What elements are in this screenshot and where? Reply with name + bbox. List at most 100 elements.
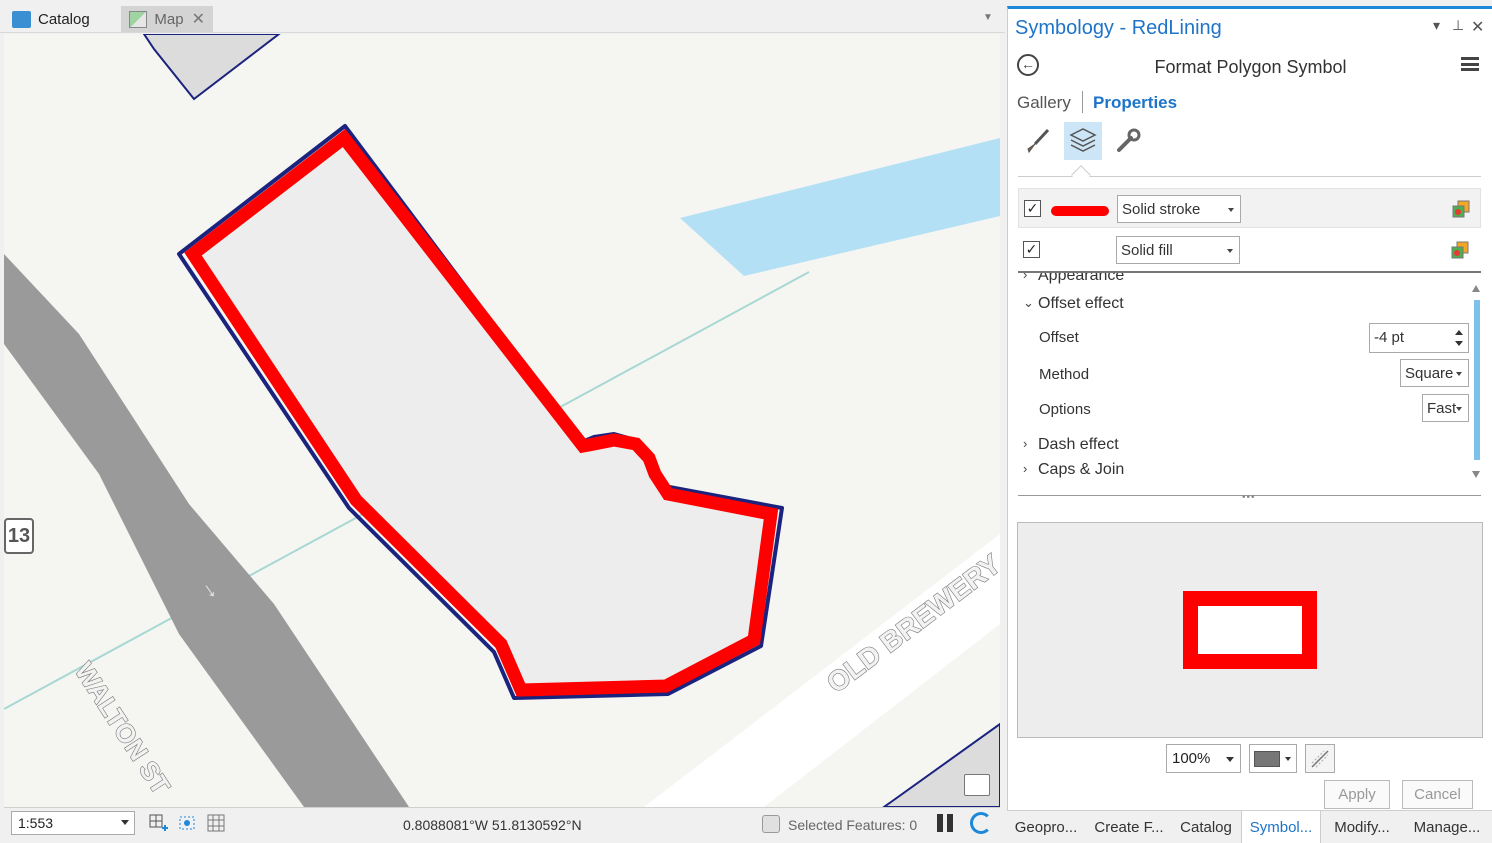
section-dash-effect[interactable]: › Dash effect bbox=[1023, 436, 1119, 454]
map-icon bbox=[129, 10, 148, 28]
chevron-down-icon bbox=[1226, 757, 1234, 762]
close-icon[interactable]: ✕ bbox=[192, 9, 205, 29]
layer-type-dropdown[interactable]: Solid fill bbox=[1116, 236, 1240, 264]
map-canvas[interactable]: ↓ WALTON ST OLD BREWERY bbox=[4, 34, 1000, 807]
scrollbar[interactable] bbox=[1472, 273, 1481, 485]
layer-type-value: Solid stroke bbox=[1122, 201, 1201, 218]
layers-icon bbox=[1069, 128, 1097, 152]
tab-geoprocessing[interactable]: Geopro... bbox=[1007, 811, 1085, 843]
scale-value: 1:553 bbox=[18, 815, 54, 831]
scale-dropdown[interactable]: 1:553 bbox=[11, 811, 135, 835]
close-icon[interactable]: ✕ bbox=[1471, 17, 1484, 37]
method-label: Method bbox=[1039, 366, 1090, 383]
chevron-right-icon: › bbox=[1023, 436, 1028, 451]
properties-scroll-area[interactable]: › Appearance ⌄ Offset effect Offset -4 p… bbox=[1018, 273, 1481, 485]
tab-gallery[interactable]: Gallery bbox=[1017, 93, 1071, 113]
format-symbol-title: Format Polygon Symbol bbox=[1154, 57, 1347, 77]
arcgis-pro-window: Catalog Map ✕ ▼ ↓ WALTON ST OLD BREWERY … bbox=[0, 0, 1492, 843]
water-body bbox=[680, 138, 1000, 276]
background-swatch bbox=[1254, 751, 1280, 767]
symbol-layer-stroke[interactable]: ✓ Solid stroke bbox=[1018, 188, 1481, 228]
tab-separator bbox=[1082, 91, 1083, 113]
layer-visible-checkbox[interactable]: ✓ bbox=[1024, 200, 1041, 217]
chevron-right-icon: › bbox=[1023, 273, 1028, 282]
map-status-bar: 1:553 0.8088081°W 51.8130592°N Selected … bbox=[4, 807, 1000, 839]
scrollbar-thumb[interactable] bbox=[1474, 300, 1480, 460]
tab-catalog-pane[interactable]: Catalog bbox=[1173, 811, 1239, 843]
menu-icon[interactable] bbox=[1461, 57, 1479, 71]
options-dropdown[interactable]: Fast bbox=[1422, 394, 1469, 422]
pin-icon[interactable]: ⊥ bbox=[1452, 17, 1464, 34]
section-dash-effect-label: Dash effect bbox=[1038, 436, 1119, 453]
section-caps-join-label: Caps & Join bbox=[1038, 461, 1125, 478]
options-label: Options bbox=[1039, 401, 1091, 418]
chevron-down-icon bbox=[1227, 249, 1233, 253]
pause-drawing-button[interactable] bbox=[937, 814, 955, 832]
offset-value: -4 pt bbox=[1374, 329, 1405, 346]
tab-catalog[interactable]: Catalog bbox=[4, 6, 119, 32]
tab-map-label: Map bbox=[154, 10, 184, 28]
tab-modify-features[interactable]: Modify... bbox=[1323, 811, 1401, 843]
layer-visible-checkbox[interactable]: ✓ bbox=[1023, 241, 1040, 258]
pane-options-icon[interactable]: ▾ bbox=[1433, 17, 1440, 34]
tab-manage[interactable]: Manage... bbox=[1405, 811, 1489, 843]
pane-tab-strip: Geopro... Create F... Catalog Symbol... … bbox=[1007, 810, 1492, 843]
tab-catalog-label: Catalog bbox=[38, 10, 90, 28]
offset-label: Offset bbox=[1039, 329, 1079, 346]
building-polygon bbox=[142, 34, 281, 101]
tab-create-features[interactable]: Create F... bbox=[1089, 811, 1169, 843]
chevron-down-icon bbox=[1456, 407, 1462, 411]
section-appearance-label: Appearance bbox=[1038, 273, 1125, 284]
chevron-right-icon: › bbox=[1023, 461, 1028, 476]
splitter-grip-icon[interactable]: ••• bbox=[1242, 492, 1256, 503]
preview-zoom-dropdown[interactable]: 100% bbox=[1166, 744, 1241, 773]
section-caps-join[interactable]: › Caps & Join bbox=[1023, 461, 1125, 479]
symbol-tab-layers[interactable] bbox=[1064, 122, 1102, 160]
section-appearance[interactable]: › Appearance bbox=[1023, 273, 1125, 285]
section-offset-effect-label: Offset effect bbox=[1038, 295, 1124, 312]
chevron-down-icon: ⌄ bbox=[1023, 295, 1034, 310]
grid-icon[interactable] bbox=[207, 814, 227, 832]
stroke-swatch bbox=[1051, 206, 1109, 216]
map-notes-icon[interactable] bbox=[964, 774, 990, 796]
apply-button[interactable]: Apply bbox=[1324, 780, 1390, 809]
stepper-down-icon[interactable] bbox=[1455, 341, 1463, 346]
cancel-button[interactable]: Cancel bbox=[1402, 780, 1473, 809]
chevron-down-icon bbox=[1228, 208, 1234, 212]
symbol-layer-fill[interactable]: ✓ Solid fill bbox=[1018, 230, 1481, 270]
catalog-icon bbox=[12, 10, 31, 28]
route-shield: 13 bbox=[4, 518, 34, 554]
symbol-tab-brush[interactable] bbox=[1019, 122, 1057, 160]
section-offset-effect[interactable]: ⌄ Offset effect bbox=[1023, 295, 1124, 313]
method-dropdown[interactable]: Square bbox=[1400, 359, 1469, 387]
coordinate-readout: 0.8088081°W 51.8130592°N bbox=[403, 817, 582, 833]
tab-caret bbox=[1071, 165, 1091, 185]
preview-grid-toggle[interactable] bbox=[1305, 744, 1335, 773]
preview-background-dropdown[interactable] bbox=[1249, 744, 1297, 773]
scroll-down-icon[interactable] bbox=[1472, 471, 1480, 478]
tab-properties[interactable]: Properties bbox=[1093, 93, 1177, 113]
pane-title: Symbology - RedLining bbox=[1015, 17, 1222, 39]
tab-symbology[interactable]: Symbol... bbox=[1241, 811, 1321, 843]
symbol-preview bbox=[1017, 522, 1483, 738]
add-grid-icon[interactable] bbox=[149, 814, 169, 832]
selected-features-count[interactable]: Selected Features: 0 bbox=[788, 817, 917, 833]
chevron-down-icon bbox=[121, 820, 129, 825]
color-palette-icon[interactable] bbox=[1451, 241, 1469, 259]
tab-list-dropdown-icon[interactable]: ▼ bbox=[983, 12, 993, 23]
preview-polygon bbox=[1183, 591, 1317, 669]
symbol-tab-structure[interactable] bbox=[1109, 122, 1147, 160]
refresh-icon[interactable] bbox=[970, 812, 992, 834]
offset-stepper[interactable]: -4 pt bbox=[1369, 323, 1469, 353]
document-tab-strip: Catalog Map ✕ ▼ bbox=[0, 0, 1005, 33]
symbology-pane: Symbology - RedLining ▾ ⊥ ✕ ← Format Pol… bbox=[1007, 6, 1492, 810]
layer-type-dropdown[interactable]: Solid stroke bbox=[1117, 195, 1241, 223]
stepper-up-icon[interactable] bbox=[1455, 330, 1463, 335]
map-view[interactable]: ↓ WALTON ST OLD BREWERY 13 bbox=[4, 34, 1000, 807]
scroll-up-icon[interactable] bbox=[1472, 285, 1480, 292]
color-palette-icon[interactable] bbox=[1452, 200, 1470, 218]
select-features-icon[interactable] bbox=[762, 815, 780, 833]
wrench-icon bbox=[1117, 128, 1141, 152]
tab-map[interactable]: Map ✕ bbox=[121, 6, 213, 32]
snapping-icon[interactable] bbox=[178, 814, 198, 832]
